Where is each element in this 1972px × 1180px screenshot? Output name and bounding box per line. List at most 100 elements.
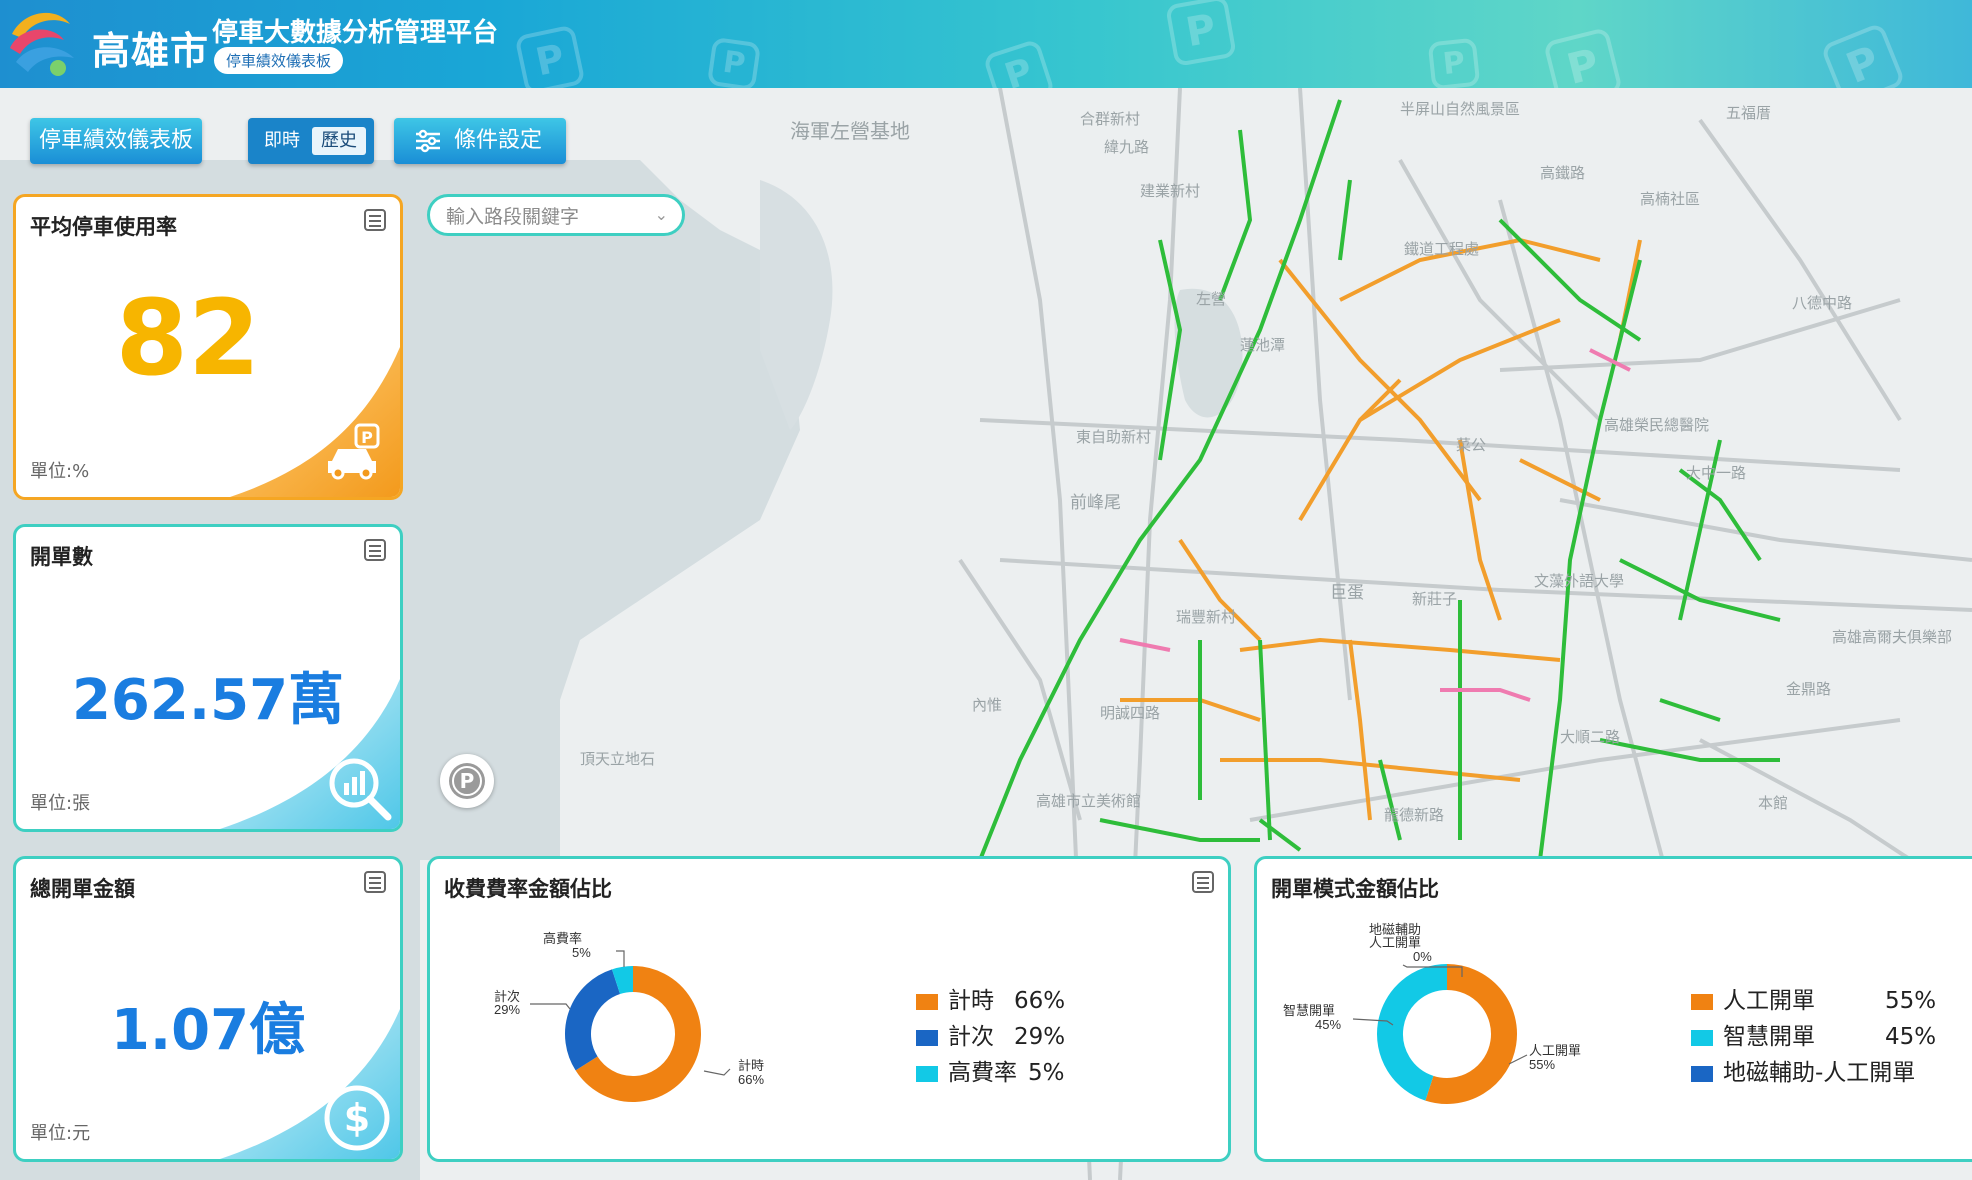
platform-title: 停車大數據分析管理平台 (212, 18, 499, 48)
map-label: 半屏山自然風景區 (1400, 101, 1520, 118)
ticket-mode-share-panel: 開單模式金額佔比 地磁輔助 人工開單 0% 智慧開單 45% 人工開單 55% … (1254, 856, 1972, 1162)
menu-icon[interactable] (364, 871, 386, 893)
map-label: 前峰尾 (1070, 493, 1121, 512)
map-label: 高雄高爾夫俱樂部 (1832, 629, 1952, 646)
page-subtitle-badge: 停車績效儀表板 (214, 47, 344, 74)
condition-settings-button[interactable]: 條件設定 (394, 118, 566, 164)
legend-pct: 5% (1028, 1060, 1065, 1086)
unit-label: 單位:% (30, 461, 90, 482)
callout-line (616, 950, 625, 967)
map-label: 瑞豐新村 (1176, 609, 1236, 626)
callout-name: 人工開單 (1529, 1043, 1581, 1058)
road-search-input[interactable] (444, 204, 648, 230)
legend-name: 地磁輔助-人工開單 (1723, 1060, 1916, 1086)
history-option[interactable]: 歷史 (312, 127, 366, 155)
callout-line (703, 1068, 731, 1076)
dashboard-screen: 海軍左營基地 半屏山自然風景區 合群新村 緯九路 建業新村 左營 鐵道工程處 蓮… (0, 0, 1972, 1180)
map-label: 內惟 (972, 697, 1002, 714)
map-label: 高楠社區 (1640, 191, 1700, 208)
callout-name-line2: 人工開單 (1369, 935, 1421, 950)
legend-name: 高費率 (948, 1060, 1017, 1086)
svg-text:P: P (460, 769, 475, 793)
legend-name: 計時 (948, 988, 994, 1014)
total-amount-card: $ 總開單金額 1.07億 單位:元 (13, 856, 403, 1162)
parking-watermark-icon: P (1427, 37, 1481, 88)
svg-text:$: $ (344, 1096, 370, 1140)
unit-label: 單位:元 (30, 1123, 91, 1144)
map-label: 海軍左營基地 (790, 120, 910, 143)
callout-name: 計時 (738, 1058, 764, 1073)
car-parking-icon: P (328, 423, 380, 480)
legend-swatch (916, 994, 938, 1010)
callout-name: 智慧開單 (1283, 1003, 1335, 1018)
map-label: 高雄榮民總醫院 (1604, 416, 1709, 434)
legend-swatch (916, 1030, 938, 1046)
chevron-down-icon[interactable]: ⌄ (655, 205, 668, 224)
legend-swatch (1691, 1030, 1713, 1046)
legend-pct: 45% (1885, 1024, 1937, 1050)
parking-layer-button[interactable]: P (440, 754, 494, 808)
rate-share-panel: 收費費率金額佔比 高費率 5% 計次 29% 計時 66% 計時 66% 計次 … (427, 856, 1231, 1162)
city-name: 高雄市 (92, 29, 210, 73)
donut-slice-計次[interactable] (565, 969, 621, 1071)
legend-name: 智慧開單 (1723, 1024, 1815, 1050)
condition-settings-label: 條件設定 (454, 128, 543, 153)
chart-search-icon (329, 758, 392, 821)
menu-icon[interactable] (364, 209, 386, 231)
road-search-box[interactable]: ⌄ (427, 194, 685, 236)
top-header: P P P P P P P 高雄市 停車大數據分析管理平台 停車績效儀表板 (0, 0, 1972, 88)
sliders-icon (416, 129, 440, 153)
legend-swatch (1691, 1066, 1713, 1082)
ticket-count-card: 開單數 262.57萬 單位:張 (13, 524, 403, 832)
map-label: 合群新村 (1080, 111, 1140, 128)
callout-pct: 0% (1413, 949, 1432, 964)
map-label: 金鼎路 (1786, 681, 1831, 698)
unit-label: 單位:張 (30, 793, 91, 814)
donut-slice-高費率[interactable] (611, 966, 634, 995)
map-label: 巨蛋 (1330, 583, 1364, 602)
legend-name: 計次 (948, 1024, 994, 1050)
kaohsiung-logo (10, 12, 74, 76)
realtime-history-toggle[interactable]: 即時 歷史 (248, 118, 374, 164)
legend-pct: 55% (1885, 988, 1937, 1014)
callout-pct: 45% (1315, 1017, 1341, 1032)
legend-pct: 29% (1014, 1024, 1066, 1050)
menu-icon[interactable] (364, 539, 386, 561)
donut-slice-智慧開單[interactable] (1377, 964, 1448, 1101)
parking-watermark-icon: P (982, 38, 1056, 88)
callout-line (530, 1003, 571, 1010)
callout-pct: 55% (1529, 1057, 1555, 1072)
map-label: 龍德新路 (1384, 806, 1444, 824)
map-label: 大中一路 (1686, 465, 1746, 482)
donut-slice-人工開單[interactable] (1425, 964, 1517, 1104)
parking-watermark-icon: P (1542, 26, 1624, 88)
map-label: 建業新村 (1140, 183, 1200, 200)
legend-swatch (1691, 994, 1713, 1010)
parking-watermark-icon: P (514, 24, 586, 88)
parking-watermark-icon: P (1820, 22, 1906, 88)
card-title: 平均停車使用率 (30, 215, 177, 239)
parking-icon: P (449, 763, 485, 799)
callout-pct: 66% (738, 1072, 764, 1087)
card-title: 總開單金額 (30, 877, 135, 901)
map-label: 緯九路 (1104, 139, 1149, 156)
callout-pct: 29% (494, 1002, 520, 1017)
realtime-option[interactable]: 即時 (256, 127, 308, 155)
dashboard-button[interactable]: 停車績效儀表板 (30, 118, 202, 164)
map-label: 明誠四路 (1100, 705, 1160, 722)
map-label: 文藻外語大學 (1534, 572, 1624, 590)
map-label: 左營 (1196, 291, 1226, 308)
dollar-coin-icon: $ (324, 1085, 390, 1151)
map-label: 鐵道工程處 (1404, 240, 1479, 258)
map-label: 東自助新村 (1076, 429, 1151, 446)
legend-pct: 66% (1014, 988, 1066, 1014)
map-label: 高鐵路 (1540, 164, 1585, 182)
map-label: 八德中路 (1792, 294, 1852, 312)
parking-watermark-icon: P (706, 36, 762, 88)
avg-usage-card: P 平均停車使用率 82 單位:% (13, 194, 403, 500)
map-label: 蓮池潭 (1240, 337, 1285, 354)
mode-legend: 人工開單 55% 智慧開單 45% 地磁輔助-人工開單 0% (1691, 986, 1972, 1096)
card-title: 開單數 (30, 545, 93, 569)
kpi-value: 262.57萬 (71, 668, 345, 733)
callout-pct: 5% (572, 945, 591, 960)
